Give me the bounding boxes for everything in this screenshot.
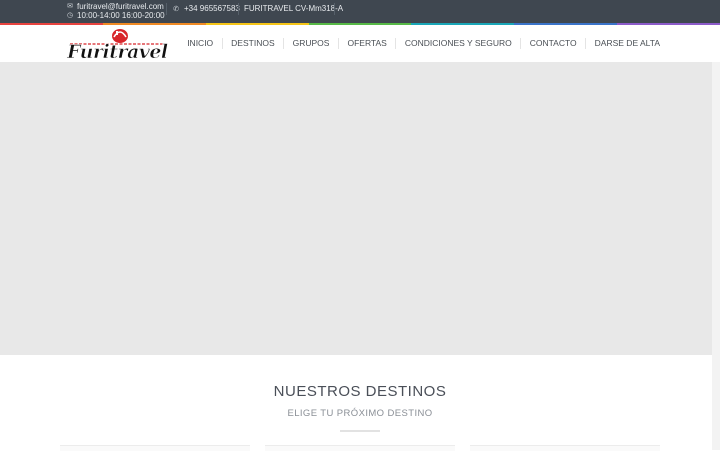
- phone-icon: ✆: [173, 5, 179, 13]
- topbar-separator: [166, 3, 167, 15]
- hours-row: ◷ 10:00-14:00 16:00-20:00: [66, 10, 165, 21]
- main-navigation: INICIO DESTINOS GRUPOS OFERTAS CONDICIONES Y…: [179, 25, 660, 62]
- destination-card[interactable]: [470, 445, 660, 451]
- nav-item-darse-de-alta[interactable]: DARSE DE ALTA: [585, 38, 660, 49]
- section-title: NUESTROS DESTINOS: [273, 383, 447, 400]
- svg-text:Furitravel: Furitravel: [66, 41, 168, 62]
- topbar-separator: [334, 3, 335, 15]
- title-divider: [340, 430, 380, 432]
- phone-row[interactable]: ✆ +34 965567583: [172, 4, 240, 13]
- nav-item-condiciones-y-seguro[interactable]: CONDICIONES Y SEGURO: [395, 38, 520, 49]
- envelope-icon: ✉: [67, 3, 73, 10]
- section-subtitle: ELIGE TU PRÓXIMO DESTINO: [287, 408, 433, 419]
- hero-slider[interactable]: [0, 62, 712, 355]
- site-header: Furitravel INICIO DESTINOS GRUPOS OFERTAS CO…: [0, 25, 720, 63]
- nav-item-contacto[interactable]: CONTACTO: [520, 38, 585, 49]
- site-logo[interactable]: Furitravel: [64, 25, 170, 63]
- phone-text[interactable]: +34 965567583: [184, 4, 240, 13]
- clock-icon: ◷: [66, 11, 74, 19]
- top-contact-bar: ✉ furitravel@furitravel.com ◷ 10:00-14:0…: [0, 0, 720, 23]
- hours-text: 10:00-14:00 16:00-20:00: [77, 10, 165, 20]
- nav-item-destinos[interactable]: DESTINOS: [221, 38, 283, 49]
- nav-item-grupos[interactable]: GRUPOS: [283, 38, 338, 49]
- nav-item-ofertas[interactable]: OFERTAS: [337, 38, 395, 49]
- license-text: FURITRAVEL CV-Mm318-A: [244, 4, 344, 13]
- destination-card[interactable]: [60, 445, 250, 451]
- destination-card[interactable]: [265, 445, 455, 451]
- furitravel-logo-icon: Furitravel: [66, 29, 169, 63]
- topbar-separator: [238, 3, 239, 15]
- contact-info: ✉ furitravel@furitravel.com ◷ 10:00-14:0…: [66, 2, 165, 21]
- nav-item-inicio[interactable]: INICIO: [179, 38, 222, 49]
